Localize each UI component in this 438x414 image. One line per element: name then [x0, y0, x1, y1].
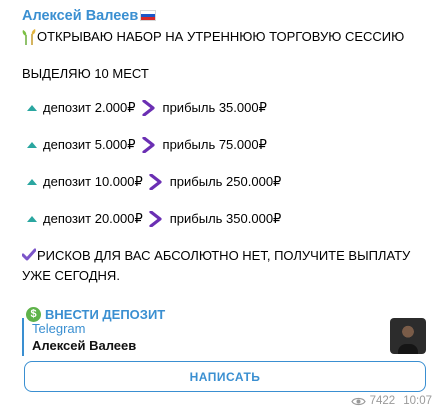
sprout-icon: [22, 29, 36, 45]
message-warning-text: РИСКОВ ДЛЯ ВАС АБСОЛЮТНО НЕТ, ПОЛУЧИТЕ В…: [22, 248, 411, 283]
chevron-right-icon: [141, 100, 155, 116]
check-mark-icon: [22, 248, 36, 261]
message-line-1-text: ОТКРЫВАЮ НАБОР НА УТРЕННЮЮ ТОРГОВУЮ СЕСС…: [37, 29, 405, 44]
message-line-1: ОТКРЫВАЮ НАБОР НА УТРЕННЮЮ ТОРГОВУЮ СЕСС…: [22, 28, 438, 46]
chevron-right-icon: [149, 211, 162, 227]
message-warning: РИСКОВ ДЛЯ ВАС АБСОЛЮТНО НЕТ, ПОЛУЧИТЕ В…: [22, 246, 422, 286]
preview-title: Алексей Валеев: [32, 338, 137, 353]
message-author[interactable]: Алексей Валеев: [22, 6, 438, 25]
message-line-2: ВЫДЕЛЯЮ 10 МЕСТ: [22, 66, 149, 81]
russia-flag-icon: [140, 10, 157, 21]
link-preview[interactable]: Telegram Алексей Валеев: [22, 318, 428, 356]
author-name[interactable]: Алексей Валеев: [22, 8, 138, 24]
offer-row: депозит 10.000₽ прибыль 250.000₽: [22, 172, 438, 192]
offer-deposit: депозит 2.000₽: [43, 100, 136, 115]
chevron-right-icon: [141, 137, 155, 153]
up-triangle-icon: [27, 105, 37, 111]
write-button[interactable]: НАПИСАТЬ: [24, 361, 426, 392]
message-meta: 7422 10:07: [350, 395, 432, 407]
message-time: 10:07: [403, 395, 432, 407]
offer-row: депозит 2.000₽ прибыль 35.000₽: [22, 98, 438, 118]
offer-row: депозит 20.000₽ прибыль 350.000₽: [22, 209, 438, 229]
offer-profit: прибыль 350.000₽: [169, 211, 282, 226]
up-triangle-icon: [27, 142, 37, 148]
offer-deposit: депозит 5.000₽: [43, 137, 136, 152]
offer-profit: прибыль 35.000₽: [162, 100, 267, 115]
offer-deposit: депозит 20.000₽: [43, 211, 143, 226]
offer-deposit: депозит 10.000₽: [43, 174, 143, 189]
eye-icon: [350, 397, 366, 405]
up-triangle-icon: [27, 179, 37, 185]
preview-avatar[interactable]: [390, 318, 426, 354]
offer-profit: прибыль 250.000₽: [169, 174, 282, 189]
up-triangle-icon: [27, 216, 37, 222]
preview-site-name: Telegram: [32, 321, 86, 336]
offer-row: депозит 5.000₽ прибыль 75.000₽: [22, 135, 438, 155]
chevron-right-icon: [149, 174, 162, 190]
view-count: 7422: [369, 395, 396, 407]
offer-profit: прибыль 75.000₽: [162, 137, 267, 152]
